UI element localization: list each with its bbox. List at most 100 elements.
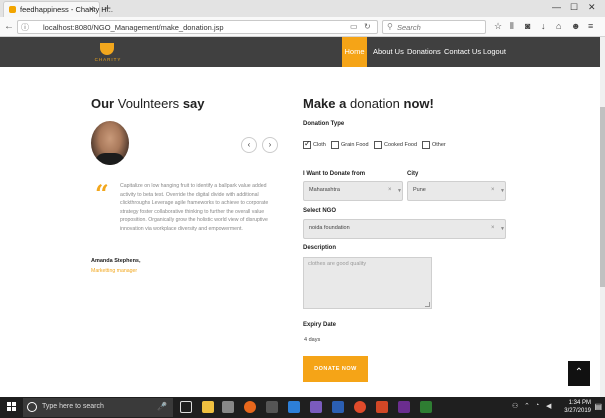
taskbar-search-placeholder: Type here to search xyxy=(42,403,104,410)
testimonial-author: Amanda Stephens, xyxy=(91,258,141,264)
next-testimonial-button[interactable]: › xyxy=(262,137,278,153)
notifications-icon[interactable]: ▤ xyxy=(594,402,602,411)
ngo-select[interactable]: noida foundation × ▼ xyxy=(303,219,506,239)
logo-text: CHARITY xyxy=(94,57,122,62)
browser-search-box[interactable]: ⚲ xyxy=(382,20,486,34)
bookmark-star-icon[interactable]: ☆ xyxy=(494,21,502,32)
grain-food-checkbox[interactable] xyxy=(331,141,339,149)
maximize-icon[interactable]: ☐ xyxy=(570,2,578,13)
minimize-icon[interactable]: — xyxy=(552,2,561,12)
app-icon[interactable] xyxy=(420,401,432,413)
state-select[interactable]: Maharashtra × ▼ xyxy=(303,181,403,201)
site-info-icon[interactable]: ⓘ xyxy=(21,22,29,33)
nav-home[interactable]: Home xyxy=(342,37,367,67)
page-scrollbar[interactable] xyxy=(600,37,605,397)
task-view-icon[interactable] xyxy=(180,401,192,413)
cloth-checkbox[interactable] xyxy=(303,139,311,149)
volunteers-title-word-3: say xyxy=(182,96,205,111)
download-icon[interactable]: ↓ xyxy=(541,21,546,31)
favicon-icon xyxy=(9,6,16,13)
network-icon[interactable]: ◔ xyxy=(535,402,539,409)
reload-icon[interactable]: ↻ xyxy=(364,22,371,31)
donation-title: Make a donation now! xyxy=(303,96,434,111)
app-icon[interactable] xyxy=(266,401,278,413)
browser-tab[interactable]: feedhappiness - Charity H... ✕ xyxy=(3,1,113,17)
library-icon[interactable]: ⫴ xyxy=(510,21,514,32)
taskbar-clock[interactable]: 1:34 PM 3/27/2019 xyxy=(564,399,591,415)
back-icon[interactable]: ← xyxy=(4,21,14,32)
scroll-to-top-button[interactable]: ⌃ xyxy=(568,361,590,386)
account-icon[interactable]: ☻ xyxy=(571,21,580,31)
quote-icon: “ xyxy=(95,179,109,208)
chevron-down-icon: ▼ xyxy=(500,226,505,232)
volunteer-avatar xyxy=(91,121,129,165)
taskbar-search-box[interactable]: Type here to search 🎤 xyxy=(23,398,173,417)
tab-title: feedhappiness - Charity H... xyxy=(20,5,113,14)
pocket-icon[interactable]: ◙ xyxy=(525,21,530,31)
cooked-food-label: Cooked Food xyxy=(384,142,418,148)
store-icon[interactable] xyxy=(222,401,234,413)
scrollbar-thumb[interactable] xyxy=(600,107,605,287)
site-navbar: CHARITY Home About Us Donations Contact … xyxy=(0,37,600,67)
avatar-shirt xyxy=(95,153,125,165)
home-icon[interactable]: ⌂ xyxy=(556,21,561,31)
resize-grip-icon[interactable] xyxy=(425,302,430,307)
donate-now-button[interactable]: DONATE NOW xyxy=(303,356,368,382)
prev-testimonial-button[interactable]: ‹ xyxy=(241,137,257,153)
clear-state-icon[interactable]: × xyxy=(388,187,392,193)
donate-from-label: I Want to Donate from xyxy=(303,171,366,177)
people-icon[interactable]: ⚇ xyxy=(512,402,518,410)
edge-icon[interactable] xyxy=(288,401,300,413)
chrome-icon[interactable] xyxy=(354,401,366,413)
description-label: Description xyxy=(303,245,337,251)
testimonial-role: Marketting manager xyxy=(91,268,138,274)
city-select[interactable]: Pune × ▼ xyxy=(407,181,506,201)
browser-search-input[interactable] xyxy=(397,22,483,32)
testimonial-quote: Capitalize on low hanging fruit to ident… xyxy=(120,183,269,232)
new-tab-icon[interactable]: + xyxy=(104,1,111,15)
nav-logout[interactable]: Logout xyxy=(483,37,506,67)
browser-toolbar: ← ⓘ localhost:8080/NGO_Management/make_d… xyxy=(0,17,605,37)
firefox-icon[interactable] xyxy=(244,401,256,413)
url-text: localhost:8080/NGO_Management/make_donat… xyxy=(43,22,224,32)
other-label: Other xyxy=(432,142,446,148)
description-text: clothes are good quality xyxy=(308,261,367,267)
tray-chevron-icon[interactable]: ⌃ xyxy=(524,402,530,410)
cooked-food-checkbox[interactable] xyxy=(374,141,382,149)
reader-view-icon[interactable]: ▭ xyxy=(350,22,358,31)
clock-time: 1:34 PM xyxy=(568,400,591,406)
volunteers-title: Our Voulnteers say xyxy=(91,96,205,111)
charity-logo[interactable]: CHARITY xyxy=(88,41,128,65)
windows-taskbar: Type here to search 🎤 ⚇ ⌃ ◔ ◀ 1:34 PM 3/… xyxy=(0,397,605,418)
cloth-label: Cloth xyxy=(313,142,326,148)
clear-ngo-icon[interactable]: × xyxy=(491,225,495,231)
state-select-value: Maharashtra xyxy=(309,187,340,193)
ngo-select-value: noida foundation xyxy=(309,225,350,231)
window-close-icon[interactable]: ✕ xyxy=(588,2,596,13)
app-icon[interactable] xyxy=(310,401,322,413)
close-tab-icon[interactable]: ✕ xyxy=(88,5,95,14)
donation-title-word-3: now! xyxy=(403,96,434,111)
description-textarea[interactable]: clothes are good quality xyxy=(303,257,432,309)
menu-icon[interactable]: ≡ xyxy=(588,21,593,31)
powerpoint-icon[interactable] xyxy=(376,401,388,413)
app-icon[interactable] xyxy=(398,401,410,413)
volume-icon[interactable]: ◀ xyxy=(546,402,551,410)
donation-title-word-1: Make a xyxy=(303,96,347,111)
clear-city-icon[interactable]: × xyxy=(491,187,495,193)
other-checkbox[interactable] xyxy=(422,141,430,149)
microphone-icon[interactable]: 🎤 xyxy=(157,402,167,411)
word-icon[interactable] xyxy=(332,401,344,413)
nav-contact-us[interactable]: Contact Us xyxy=(444,37,481,67)
nav-donations[interactable]: Donations xyxy=(407,37,441,67)
chevron-down-icon: ▼ xyxy=(500,188,505,194)
nav-about-us[interactable]: About Us xyxy=(373,37,404,67)
logo-cup-icon xyxy=(100,43,114,55)
volunteers-title-word-2: Voulnteers xyxy=(117,96,180,111)
file-explorer-icon[interactable] xyxy=(202,401,214,413)
windows-start-icon[interactable] xyxy=(7,402,17,412)
city-label: City xyxy=(407,171,419,177)
address-bar[interactable]: ⓘ localhost:8080/NGO_Management/make_don… xyxy=(17,20,378,34)
clock-date: 3/27/2019 xyxy=(564,408,591,414)
volunteers-title-word-1: Our xyxy=(91,96,115,111)
